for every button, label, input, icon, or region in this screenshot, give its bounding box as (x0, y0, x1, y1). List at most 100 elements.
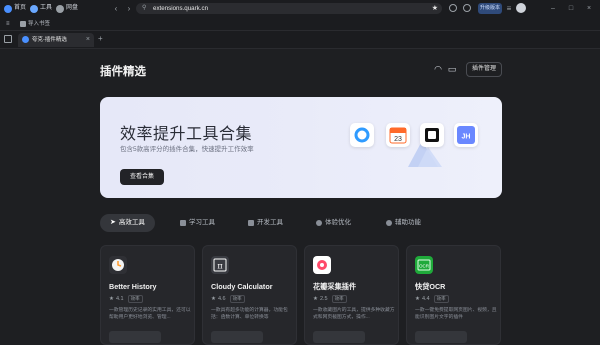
download-icon[interactable] (463, 4, 471, 12)
plugin-card-cloudy-calculator[interactable]: π Cloudy Calculator ★ 4.6 效率 一款具有超多功能的计算… (202, 245, 297, 345)
avatar[interactable] (516, 3, 526, 13)
plugin-card-better-history[interactable]: Better History ★ 4.1 效率 一款管理历史记录的实用工具，还可… (100, 245, 195, 345)
sidebar-toggle-icon[interactable] (4, 35, 12, 43)
view-collection-button[interactable]: 查看合集 (120, 169, 164, 185)
plugin-name: 快贷OCR (415, 282, 446, 291)
back-icon: ‹ (114, 4, 118, 13)
plugin-tag: 效率 (229, 295, 245, 303)
quark-icon (22, 36, 29, 43)
bookmarks-menu[interactable]: ≡ (6, 20, 10, 28)
lock-icon: ⚲ (142, 5, 147, 11)
svg-text:OCR: OCR (419, 264, 430, 269)
nav-tools[interactable]: 工具 (30, 3, 52, 14)
plugin-rating: ★ 4.1 效率 (109, 295, 143, 303)
new-tab-button[interactable]: + (98, 34, 103, 43)
plugin-desc: 一款一键免费提取网页图片、视频，且能识别图片文字的插件 (415, 308, 497, 320)
nav-home[interactable]: 首页 (4, 3, 26, 14)
tab-accessibility-label: 辅助功能 (395, 219, 421, 226)
maximize-icon: □ (568, 5, 574, 12)
plugin-desc: 一款具有超多功能的计算器，功能包括：函数计算、单位转换等 (211, 308, 288, 320)
plugin-name: Better History (109, 282, 157, 291)
plus-icon: + (98, 34, 103, 43)
close-window-button[interactable]: × (584, 3, 594, 14)
browser-toolbar: 首页 工具 网盘 ‹ › ⚲ extensions.quark.cn ★ 升级版… (0, 0, 600, 17)
main-content: 插件精选 ◠ ▭ 插件管理 效率提升工具合集 包含5款高评分的插件合集，快速提升… (0, 49, 600, 345)
tab-experience-label: 体验优化 (325, 219, 351, 226)
install-button[interactable] (415, 331, 467, 343)
manage-plugins-button[interactable]: 插件管理 (466, 62, 502, 77)
tab-extensions[interactable]: 夸克-插件精选 × (18, 33, 94, 47)
jh-label: JH (462, 134, 471, 141)
bookmark-folder-icon: ≡ (6, 21, 10, 27)
star-icon: ★ (109, 296, 114, 302)
plugin-rating: ★ 4.6 效率 (211, 295, 245, 303)
rating-value: 4.1 (115, 296, 124, 302)
close-icon: × (586, 5, 592, 12)
tab-dev-label: 开发工具 (257, 219, 283, 226)
menu-icon: ≡ (506, 4, 512, 13)
plugin-tag: 效率 (433, 295, 449, 303)
jh-app-icon[interactable]: JH (454, 123, 478, 147)
nav-drive-label: 网盘 (66, 5, 79, 11)
tab-accessibility[interactable]: 辅助功能 (386, 214, 421, 232)
history-icon (109, 256, 127, 274)
calculator-icon: π (211, 256, 229, 274)
ocr-icon: OCR (415, 256, 433, 274)
tab-learning[interactable]: 学习工具 (180, 214, 215, 232)
manage-label: 插件管理 (471, 66, 496, 72)
upgrade-label: 升级版本 (479, 5, 500, 11)
square-app-icon[interactable] (420, 123, 444, 147)
install-button[interactable] (109, 331, 161, 343)
plugin-card-huaban[interactable]: 花瓣采集插件 ★ 2.5 效率 一款收藏图片的工具，提供多种收藏方式和网页截图方… (304, 245, 399, 345)
minimize-button[interactable]: – (548, 3, 558, 14)
tools-icon (30, 4, 38, 13)
forward-button[interactable]: › (123, 3, 135, 14)
star-icon: ★ (415, 296, 420, 302)
book-icon (180, 220, 186, 226)
star-icon: ★ (211, 296, 216, 302)
url-text: extensions.quark.cn (153, 5, 209, 12)
install-button[interactable] (211, 331, 263, 343)
collection-banner: 效率提升工具合集 包含5款高评分的插件合集，快速提升工作效率 查看合集 23 J… (100, 97, 502, 198)
tab-experience[interactable]: 体验优化 (316, 214, 351, 232)
tab-close-icon[interactable]: × (86, 33, 90, 47)
code-icon (248, 220, 254, 226)
nav-drive[interactable]: 网盘 (56, 3, 78, 14)
home-icon (4, 4, 12, 13)
calendar-app-icon[interactable]: 23 (386, 123, 410, 147)
upgrade-button[interactable]: 升级版本 (478, 3, 502, 14)
install-button[interactable] (313, 331, 365, 343)
circle-app-icon[interactable] (350, 123, 374, 147)
inbox-icon[interactable]: ▭ (446, 63, 458, 75)
bookmark-import-label: 导入书签 (28, 21, 51, 27)
view-collection-label: 查看合集 (129, 174, 154, 180)
huaban-icon (313, 256, 331, 274)
svg-text:π: π (217, 262, 222, 271)
address-bar[interactable]: ⚲ extensions.quark.cn ★ (136, 3, 442, 14)
bookmark-star-icon[interactable]: ★ (432, 3, 438, 14)
plugin-desc: 一款管理历史记录的实用工具，还可以帮助用户更好地浏览、管理... (109, 308, 191, 320)
maximize-button[interactable]: □ (566, 3, 576, 14)
tab-learning-label: 学习工具 (189, 219, 215, 226)
gear-icon (386, 220, 392, 226)
plugin-tag: 效率 (127, 295, 143, 303)
plugin-rating: ★ 4.4 效率 (415, 295, 449, 303)
minimize-icon: – (551, 5, 555, 12)
plugin-card-ocr[interactable]: OCR 快贷OCR ★ 4.4 效率 一款一键免费提取网页图片、视频，且能识别图… (406, 245, 501, 345)
plugin-rating: ★ 2.5 效率 (313, 295, 347, 303)
import-icon (20, 21, 26, 27)
bookmark-import[interactable]: 导入书签 (20, 20, 50, 28)
plugin-desc: 一款收藏图片的工具，提供多种收藏方式和网页截图方式，操作... (313, 308, 395, 320)
paper-plane-icon: ➤ (110, 219, 116, 226)
headset-icon[interactable]: ◠ (432, 63, 444, 75)
tab-dev[interactable]: 开发工具 (248, 214, 283, 232)
tab-efficiency[interactable]: ➤ 高效工具 (100, 214, 155, 232)
nav-tools-label: 工具 (40, 5, 53, 11)
rating-value: 4.4 (421, 296, 430, 302)
tab-bar: 夸克-插件精选 × + (0, 31, 600, 49)
menu-button[interactable]: ≡ (503, 3, 515, 14)
extensions-icon[interactable] (449, 4, 457, 12)
back-button[interactable]: ‹ (110, 3, 122, 14)
plugin-tag: 效率 (331, 295, 347, 303)
tab-efficiency-label: 高效工具 (118, 219, 145, 226)
